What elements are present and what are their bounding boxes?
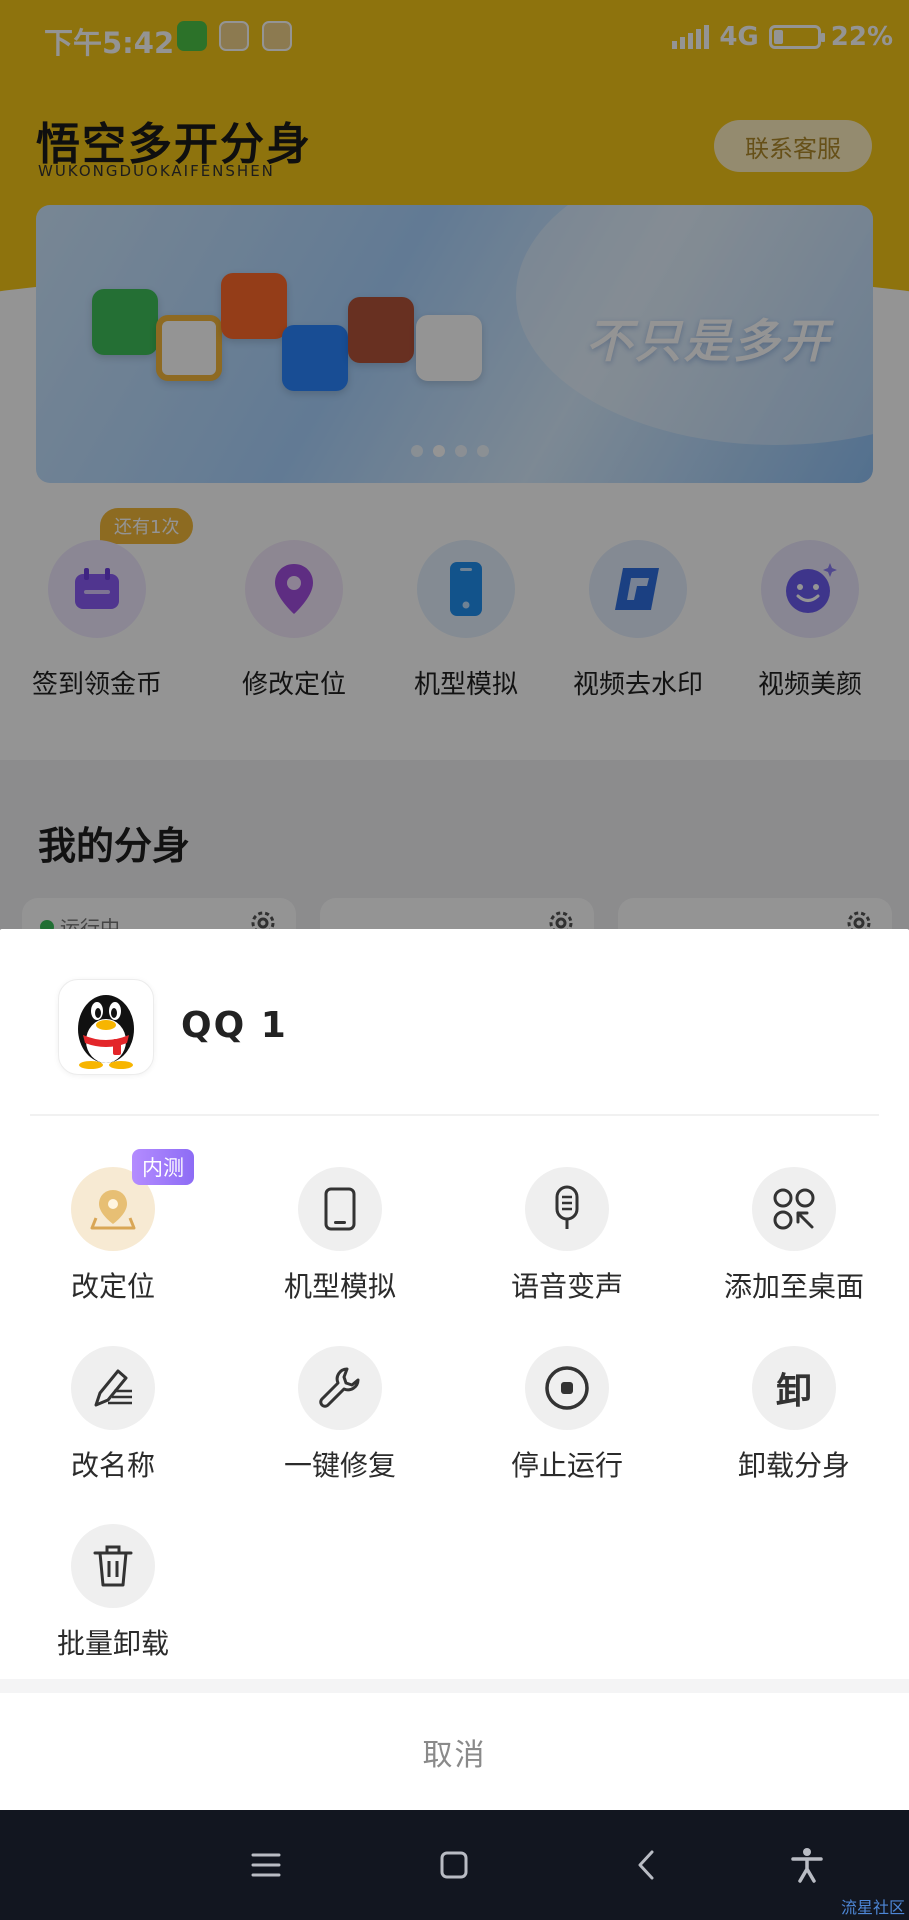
rename-pen-icon (71, 1346, 155, 1430)
trash-icon (71, 1524, 155, 1608)
background-app: 下午5:42 4G 22% 悟空多开分身 WUKONGDUOKAIFENSHEN… (0, 0, 909, 930)
action-label: 一键修复 (283, 1449, 396, 1482)
stop-running-button[interactable]: 停止运行 (472, 1346, 662, 1484)
cancel-separator (0, 1679, 909, 1693)
microphone-icon (525, 1167, 609, 1251)
action-label: 停止运行 (510, 1449, 623, 1482)
action-label: 卸载分身 (737, 1449, 850, 1482)
sheet-divider (30, 1114, 879, 1116)
voice-changer-button[interactable]: 语音变声 (472, 1167, 662, 1305)
uninstall-clone-button[interactable]: 卸 卸载分身 (699, 1346, 889, 1484)
one-click-repair-button[interactable]: 一键修复 (245, 1346, 435, 1484)
beta-badge: 内测 (132, 1149, 194, 1185)
accessibility-icon[interactable] (782, 1840, 832, 1890)
uninstall-glyph: 卸 (775, 1371, 812, 1412)
change-location-button[interactable]: 改定位 (18, 1167, 208, 1305)
menu-icon[interactable] (241, 1840, 291, 1890)
rename-button[interactable]: 改名称 (18, 1346, 208, 1484)
back-icon[interactable] (621, 1840, 671, 1890)
add-to-desktop-button[interactable]: 添加至桌面 (699, 1167, 889, 1305)
action-label: 添加至桌面 (723, 1270, 864, 1303)
batch-uninstall-button[interactable]: 批量卸载 (18, 1524, 208, 1662)
add-to-desktop-icon (752, 1167, 836, 1251)
phone-icon (298, 1167, 382, 1251)
clone-actions-sheet: QQ 1 改定位 机型模拟 语音变声 添加至桌面 改名称 一键修复 停止运行 卸… (0, 929, 909, 1810)
stop-icon (525, 1346, 609, 1430)
action-label: 机型模拟 (283, 1270, 396, 1303)
uninstall-icon: 卸 (752, 1346, 836, 1430)
clone-app-name: QQ 1 (181, 1005, 288, 1046)
cancel-button[interactable]: 取消 (0, 1693, 909, 1810)
home-icon[interactable] (429, 1840, 479, 1890)
navigation-bar: 流星社区 (0, 1810, 909, 1920)
modal-scrim[interactable] (0, 0, 909, 930)
action-label: 批量卸载 (56, 1627, 169, 1660)
action-label: 改名称 (70, 1449, 155, 1482)
device-model-button[interactable]: 机型模拟 (245, 1167, 435, 1305)
watermark: 流星社区 (840, 1898, 905, 1917)
qq-app-icon (58, 979, 154, 1075)
wrench-icon (298, 1346, 382, 1430)
action-label: 改定位 (70, 1270, 155, 1303)
action-label: 语音变声 (510, 1270, 623, 1303)
